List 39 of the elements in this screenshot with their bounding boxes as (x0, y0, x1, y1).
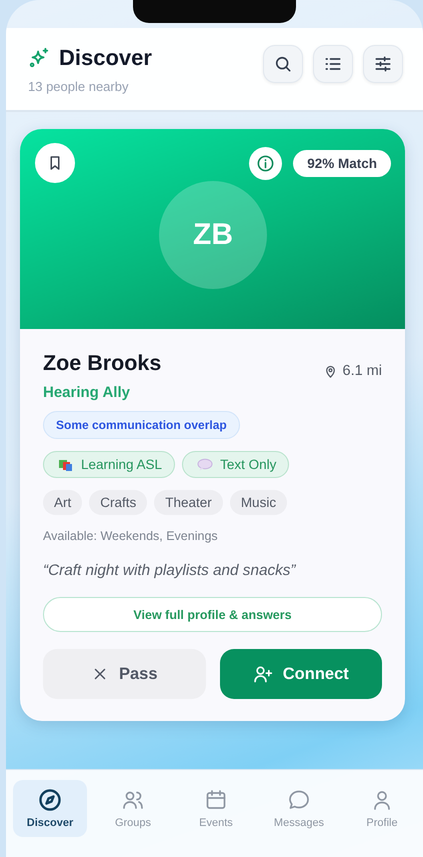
profile-quote: “Craft night with playlists and snacks” (43, 562, 297, 580)
interest-tag: Music (230, 490, 288, 515)
sliders-icon (373, 54, 393, 74)
interest-tag: Theater (154, 490, 223, 515)
match-badge: 92% Match (293, 150, 391, 176)
filter-button[interactable] (363, 45, 403, 83)
speech-bubble-icon (287, 788, 311, 812)
speech-bubble-icon (197, 458, 214, 472)
connect-button[interactable]: Connect (220, 649, 382, 699)
calendar-icon (204, 788, 228, 812)
nav-tab[interactable]: Discover (13, 780, 87, 837)
distance-label: 6.1 mi (342, 363, 382, 379)
profile-name: Zoe Brooks (43, 351, 162, 376)
interest-tag: Crafts (89, 490, 148, 515)
search-icon (273, 54, 293, 74)
info-button[interactable] (249, 146, 282, 180)
nav-tab[interactable]: Messages (262, 780, 336, 837)
sparkle-icon (28, 47, 50, 69)
communication-tag: Learning ASL (43, 451, 176, 478)
view-profile-button[interactable]: View full profile & answers (43, 597, 382, 632)
nav-tab[interactable]: Groups (96, 780, 170, 837)
search-button[interactable] (263, 45, 303, 83)
pass-button[interactable]: Pass (43, 649, 206, 699)
communication-tag: Text Only (182, 451, 290, 478)
profile-role: Hearing Ally (43, 384, 131, 401)
books-icon (58, 458, 74, 472)
list-view-button[interactable] (313, 45, 353, 83)
availability-text: Available: Weekends, Evenings (43, 529, 219, 543)
nav-tab[interactable]: Profile (345, 780, 419, 837)
people-count: 13 people nearby (28, 79, 130, 94)
overlap-badge: Some communication overlap (43, 411, 240, 439)
avatar-initials: ZB (159, 181, 267, 289)
add-person-icon (252, 664, 273, 684)
interest-tag: Art (43, 490, 82, 515)
nav-tab[interactable]: Events (179, 780, 253, 837)
compass-icon (38, 788, 62, 812)
info-icon (256, 154, 276, 172)
bookmark-button[interactable] (35, 143, 75, 183)
page-title: Discover (59, 45, 152, 71)
